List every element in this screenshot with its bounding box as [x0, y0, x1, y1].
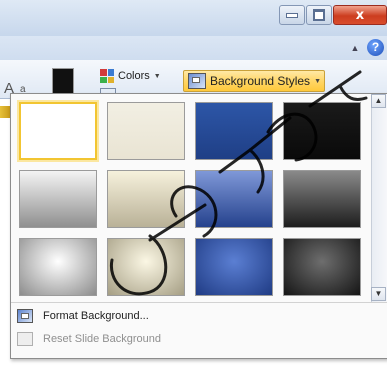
background-style-thumb-blue-gradient[interactable] [195, 170, 273, 228]
background-styles-gallery-panel: ▲ ▼ Format Background... Reset Slide Bac… [10, 93, 387, 359]
minimize-button[interactable] [279, 5, 305, 25]
background-style-thumb-blue[interactable] [195, 102, 273, 160]
background-style-thumb-cream[interactable] [107, 102, 185, 160]
scroll-up-button[interactable]: ▲ [371, 94, 386, 108]
close-icon: x [355, 7, 365, 23]
background-style-thumb-dark-radial[interactable] [283, 238, 361, 296]
background-style-thumb-cream-gradient[interactable] [107, 170, 185, 228]
background-style-thumb-cream-radial[interactable] [107, 238, 185, 296]
chevron-down-icon: ▼ [314, 77, 321, 85]
window-titlebar: x [0, 0, 387, 36]
background-styles-button[interactable]: Background Styles ▼ [183, 70, 325, 92]
menu-divider [11, 302, 387, 303]
reset-slide-background-label: Reset Slide Background [43, 333, 162, 345]
gallery-scrollbar[interactable] [371, 94, 387, 302]
scroll-down-button[interactable]: ▼ [371, 287, 386, 301]
colors-icon [100, 69, 114, 83]
format-background-menu-item[interactable]: Format Background... [17, 306, 149, 326]
background-styles-label: Background Styles [210, 74, 311, 88]
background-style-thumb-white[interactable] [19, 102, 97, 160]
reset-background-icon [17, 332, 33, 346]
chevron-down-icon: ▼ [153, 72, 161, 80]
format-background-icon [17, 309, 33, 323]
background-style-thumb-dark-gradient[interactable] [283, 170, 361, 228]
background-style-thumb-black[interactable] [283, 102, 361, 160]
colors-label: Colors [118, 70, 150, 82]
minimize-icon [286, 12, 298, 18]
background-styles-gallery [11, 94, 371, 302]
background-style-thumb-blue-radial[interactable] [195, 238, 273, 296]
maximize-button[interactable] [306, 5, 332, 25]
background-styles-icon [188, 73, 206, 89]
maximize-icon [313, 9, 325, 21]
theme-color-strip [0, 106, 10, 118]
format-background-label: Format Background... [43, 310, 149, 322]
caret-up-icon[interactable]: ▲ [350, 43, 360, 53]
colors-button[interactable]: Colors ▼ [100, 66, 161, 86]
background-style-thumb-gray-radial[interactable] [19, 238, 97, 296]
background-style-thumb-gray-gradient[interactable] [19, 170, 97, 228]
ribbon-tab-bar: ▲ ? [0, 36, 387, 60]
help-icon[interactable]: ? [367, 39, 384, 56]
reset-slide-background-menu-item: Reset Slide Background [17, 329, 161, 349]
close-button[interactable]: x [333, 5, 387, 25]
